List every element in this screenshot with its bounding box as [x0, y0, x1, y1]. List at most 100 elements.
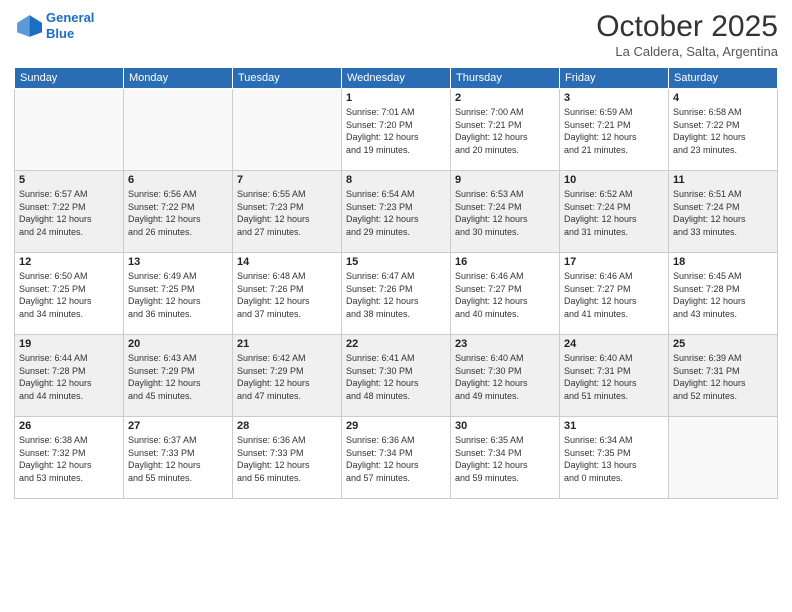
weekday-monday: Monday [124, 68, 233, 89]
logo-text: General Blue [46, 10, 94, 41]
day-number: 21 [237, 338, 337, 350]
calendar-cell: 4 Sunrise: 6:58 AM Sunset: 7:22 PM Daylig… [669, 89, 778, 171]
day-number: 3 [564, 92, 664, 104]
calendar-cell: 6 Sunrise: 6:56 AM Sunset: 7:22 PM Daylig… [124, 171, 233, 253]
calendar-cell: 22Sunrise: 6:41 AM Sunset: 7:30 PM Dayli… [342, 335, 451, 417]
day-info: Sunrise: 6:35 AM Sunset: 7:34 PM Dayligh… [455, 434, 555, 484]
calendar-cell: 23Sunrise: 6:40 AM Sunset: 7:30 PM Dayli… [451, 335, 560, 417]
day-info: Sunrise: 6:41 AM Sunset: 7:30 PM Dayligh… [346, 352, 446, 402]
calendar-cell: 29 Sunrise: 6:36 AM Sunset: 7:34 PM Dayli… [342, 417, 451, 499]
calendar-cell: 21 Sunrise: 6:42 AM Sunset: 7:29 PM Dayli… [233, 335, 342, 417]
weekday-thursday: Thursday [451, 68, 560, 89]
calendar-cell [669, 417, 778, 499]
calendar-cell: 27Sunrise: 6:37 AM Sunset: 7:33 PM Dayli… [124, 417, 233, 499]
weekday-tuesday: Tuesday [233, 68, 342, 89]
day-number: 26 [19, 420, 119, 432]
logo: General Blue [14, 10, 94, 41]
day-info: Sunrise: 6:55 AM Sunset: 7:23 PM Dayligh… [237, 188, 337, 238]
calendar-cell: 10Sunrise: 6:52 AM Sunset: 7:24 PM Dayli… [560, 171, 669, 253]
day-number: 25 [673, 338, 773, 350]
day-number: 5 [19, 174, 119, 186]
calendar-cell: 24 Sunrise: 6:40 AM Sunset: 7:31 PM Dayli… [560, 335, 669, 417]
calendar-cell: 17Sunrise: 6:46 AM Sunset: 7:27 PM Dayli… [560, 253, 669, 335]
weekday-header-row: SundayMondayTuesdayWednesdayThursdayFrid… [15, 68, 778, 89]
day-number: 17 [564, 256, 664, 268]
weekday-wednesday: Wednesday [342, 68, 451, 89]
day-info: Sunrise: 6:59 AM Sunset: 7:21 PM Dayligh… [564, 106, 664, 156]
day-info: Sunrise: 7:00 AM Sunset: 7:21 PM Dayligh… [455, 106, 555, 156]
day-info: Sunrise: 6:47 AM Sunset: 7:26 PM Dayligh… [346, 270, 446, 320]
location: La Caldera, Salta, Argentina [596, 44, 778, 59]
day-info: Sunrise: 6:57 AM Sunset: 7:22 PM Dayligh… [19, 188, 119, 238]
calendar-cell [233, 89, 342, 171]
day-number: 31 [564, 420, 664, 432]
logo-icon [14, 12, 42, 40]
day-number: 19 [19, 338, 119, 350]
day-info: Sunrise: 6:58 AM Sunset: 7:22 PM Dayligh… [673, 106, 773, 156]
calendar-cell: 16 Sunrise: 6:46 AM Sunset: 7:27 PM Dayli… [451, 253, 560, 335]
day-info: Sunrise: 6:48 AM Sunset: 7:26 PM Dayligh… [237, 270, 337, 320]
day-info: Sunrise: 6:40 AM Sunset: 7:30 PM Dayligh… [455, 352, 555, 402]
calendar-cell: 8 Sunrise: 6:54 AM Sunset: 7:23 PM Daylig… [342, 171, 451, 253]
calendar-cell: 30Sunrise: 6:35 AM Sunset: 7:34 PM Dayli… [451, 417, 560, 499]
day-info: Sunrise: 6:43 AM Sunset: 7:29 PM Dayligh… [128, 352, 228, 402]
month-title: October 2025 [596, 10, 778, 44]
calendar-week-4: 19 Sunrise: 6:44 AM Sunset: 7:28 PM Dayli… [15, 335, 778, 417]
day-number: 15 [346, 256, 446, 268]
day-number: 16 [455, 256, 555, 268]
day-number: 9 [455, 174, 555, 186]
calendar-cell: 20 Sunrise: 6:43 AM Sunset: 7:29 PM Dayli… [124, 335, 233, 417]
day-info: Sunrise: 6:36 AM Sunset: 7:34 PM Dayligh… [346, 434, 446, 484]
calendar-week-3: 12 Sunrise: 6:50 AM Sunset: 7:25 PM Dayli… [15, 253, 778, 335]
day-info: Sunrise: 6:56 AM Sunset: 7:22 PM Dayligh… [128, 188, 228, 238]
day-number: 11 [673, 174, 773, 186]
calendar-cell: 28 Sunrise: 6:36 AM Sunset: 7:33 PM Dayli… [233, 417, 342, 499]
day-number: 24 [564, 338, 664, 350]
day-info: Sunrise: 6:46 AM Sunset: 7:27 PM Dayligh… [455, 270, 555, 320]
day-number: 29 [346, 420, 446, 432]
day-number: 8 [346, 174, 446, 186]
day-info: Sunrise: 6:42 AM Sunset: 7:29 PM Dayligh… [237, 352, 337, 402]
day-number: 12 [19, 256, 119, 268]
calendar-cell: 1Sunrise: 7:01 AM Sunset: 7:20 PM Daylig… [342, 89, 451, 171]
day-info: Sunrise: 6:34 AM Sunset: 7:35 PM Dayligh… [564, 434, 664, 484]
day-info: Sunrise: 6:39 AM Sunset: 7:31 PM Dayligh… [673, 352, 773, 402]
day-info: Sunrise: 6:36 AM Sunset: 7:33 PM Dayligh… [237, 434, 337, 484]
day-number: 13 [128, 256, 228, 268]
calendar-cell: 2 Sunrise: 7:00 AM Sunset: 7:21 PM Daylig… [451, 89, 560, 171]
day-number: 20 [128, 338, 228, 350]
calendar-cell: 31 Sunrise: 6:34 AM Sunset: 7:35 PM Dayli… [560, 417, 669, 499]
calendar-cell: 19 Sunrise: 6:44 AM Sunset: 7:28 PM Dayli… [15, 335, 124, 417]
day-number: 6 [128, 174, 228, 186]
day-number: 28 [237, 420, 337, 432]
day-number: 2 [455, 92, 555, 104]
day-info: Sunrise: 6:40 AM Sunset: 7:31 PM Dayligh… [564, 352, 664, 402]
calendar-cell [124, 89, 233, 171]
calendar-table: SundayMondayTuesdayWednesdayThursdayFrid… [14, 67, 778, 499]
calendar-cell: 5 Sunrise: 6:57 AM Sunset: 7:22 PM Daylig… [15, 171, 124, 253]
day-info: Sunrise: 7:01 AM Sunset: 7:20 PM Dayligh… [346, 106, 446, 156]
calendar-cell: 15 Sunrise: 6:47 AM Sunset: 7:26 PM Dayli… [342, 253, 451, 335]
day-info: Sunrise: 6:45 AM Sunset: 7:28 PM Dayligh… [673, 270, 773, 320]
calendar-cell: 7 Sunrise: 6:55 AM Sunset: 7:23 PM Daylig… [233, 171, 342, 253]
day-info: Sunrise: 6:51 AM Sunset: 7:24 PM Dayligh… [673, 188, 773, 238]
day-number: 4 [673, 92, 773, 104]
header: General Blue October 2025 La Caldera, Sa… [14, 10, 778, 59]
calendar-cell: 13 Sunrise: 6:49 AM Sunset: 7:25 PM Dayli… [124, 253, 233, 335]
calendar-week-1: 1Sunrise: 7:01 AM Sunset: 7:20 PM Daylig… [15, 89, 778, 171]
weekday-sunday: Sunday [15, 68, 124, 89]
calendar-cell: 18Sunrise: 6:45 AM Sunset: 7:28 PM Dayli… [669, 253, 778, 335]
day-info: Sunrise: 6:38 AM Sunset: 7:32 PM Dayligh… [19, 434, 119, 484]
day-info: Sunrise: 6:37 AM Sunset: 7:33 PM Dayligh… [128, 434, 228, 484]
calendar-cell: 11 Sunrise: 6:51 AM Sunset: 7:24 PM Dayli… [669, 171, 778, 253]
calendar-cell: 25 Sunrise: 6:39 AM Sunset: 7:31 PM Dayli… [669, 335, 778, 417]
day-info: Sunrise: 6:53 AM Sunset: 7:24 PM Dayligh… [455, 188, 555, 238]
day-info: Sunrise: 6:44 AM Sunset: 7:28 PM Dayligh… [19, 352, 119, 402]
day-number: 14 [237, 256, 337, 268]
day-info: Sunrise: 6:52 AM Sunset: 7:24 PM Dayligh… [564, 188, 664, 238]
day-number: 7 [237, 174, 337, 186]
page: General Blue October 2025 La Caldera, Sa… [0, 0, 792, 612]
day-info: Sunrise: 6:50 AM Sunset: 7:25 PM Dayligh… [19, 270, 119, 320]
day-info: Sunrise: 6:49 AM Sunset: 7:25 PM Dayligh… [128, 270, 228, 320]
day-info: Sunrise: 6:54 AM Sunset: 7:23 PM Dayligh… [346, 188, 446, 238]
